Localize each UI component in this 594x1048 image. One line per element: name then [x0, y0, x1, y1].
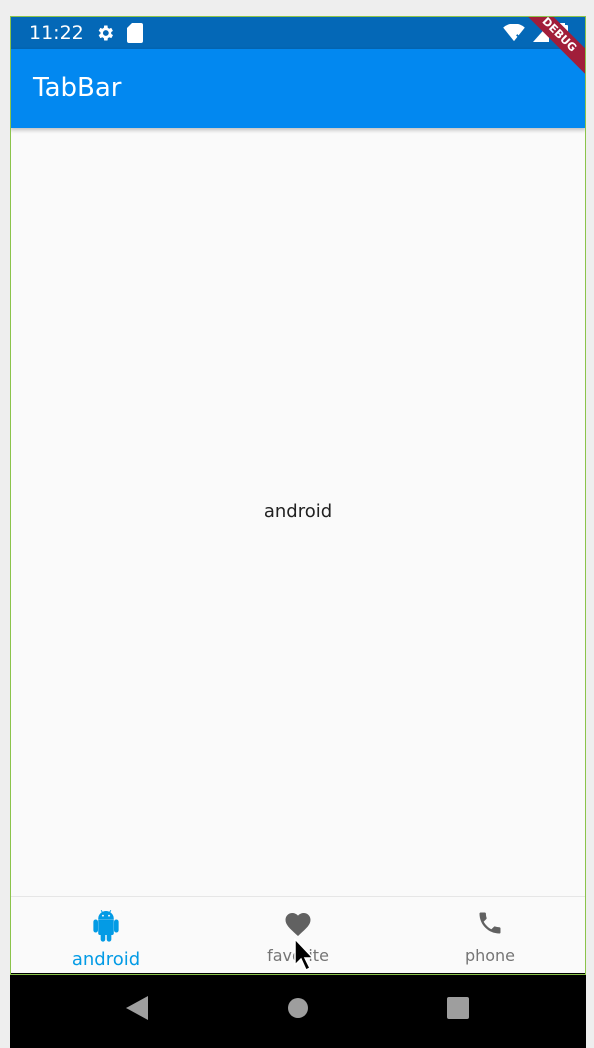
status-time: 11:22	[29, 22, 84, 44]
back-icon[interactable]	[126, 996, 148, 1025]
phone-icon	[476, 909, 504, 942]
status-bar: 11:22 DEBUG	[10, 16, 586, 81]
mouse-cursor-icon	[294, 937, 315, 977]
home-icon[interactable]	[288, 998, 308, 1023]
sd-card-icon	[127, 23, 143, 48]
wifi-icon	[503, 23, 525, 47]
recents-icon[interactable]	[447, 997, 469, 1024]
nav-item-phone[interactable]: phone	[394, 897, 586, 974]
app-bar: TabBar	[10, 49, 586, 128]
nav-label-android: android	[71, 949, 141, 970]
status-left-icons	[95, 23, 143, 48]
gear-icon	[95, 23, 115, 48]
nav-item-android[interactable]: android	[10, 897, 202, 974]
tab-content-text: android	[263, 501, 333, 522]
app-title: TabBar	[33, 73, 122, 103]
android-icon	[91, 909, 121, 948]
device-screen: 11:22 DEBUG TabBar android android phone	[10, 16, 586, 1048]
tab-content: android	[10, 128, 586, 896]
system-navigation-bar	[10, 973, 586, 1048]
nav-label-phone: phone	[464, 946, 516, 965]
